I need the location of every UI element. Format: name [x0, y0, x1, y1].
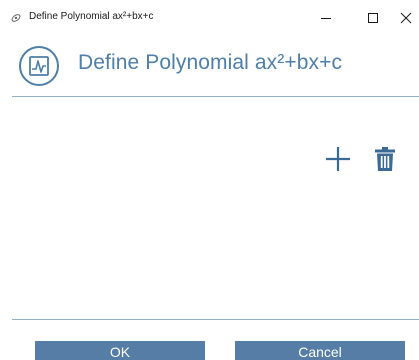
dialog-heading: Define Polynomial ax²+bx+c	[78, 51, 343, 74]
close-button[interactable]	[395, 0, 419, 36]
app-icon	[10, 11, 22, 23]
dialog-window: Define Polynomial ax²+bx+c Define Polyno…	[0, 0, 419, 360]
delete-button[interactable]	[370, 143, 400, 175]
ok-button[interactable]: OK	[35, 341, 205, 360]
chart-icon	[18, 45, 60, 87]
minimize-button[interactable]	[303, 0, 349, 36]
footer-divider	[12, 319, 419, 320]
window-title: Define Polynomial ax²+bx+c	[29, 11, 154, 22]
title-bar[interactable]: Define Polynomial ax²+bx+c	[0, 0, 419, 36]
maximize-icon	[368, 13, 378, 23]
trash-icon	[375, 147, 395, 171]
minimize-icon	[321, 18, 331, 19]
header-divider	[12, 96, 419, 97]
add-button[interactable]	[321, 143, 355, 175]
plus-icon	[326, 147, 350, 171]
close-icon	[400, 12, 412, 24]
cancel-button[interactable]: Cancel	[235, 341, 405, 360]
maximize-button[interactable]	[350, 0, 396, 36]
